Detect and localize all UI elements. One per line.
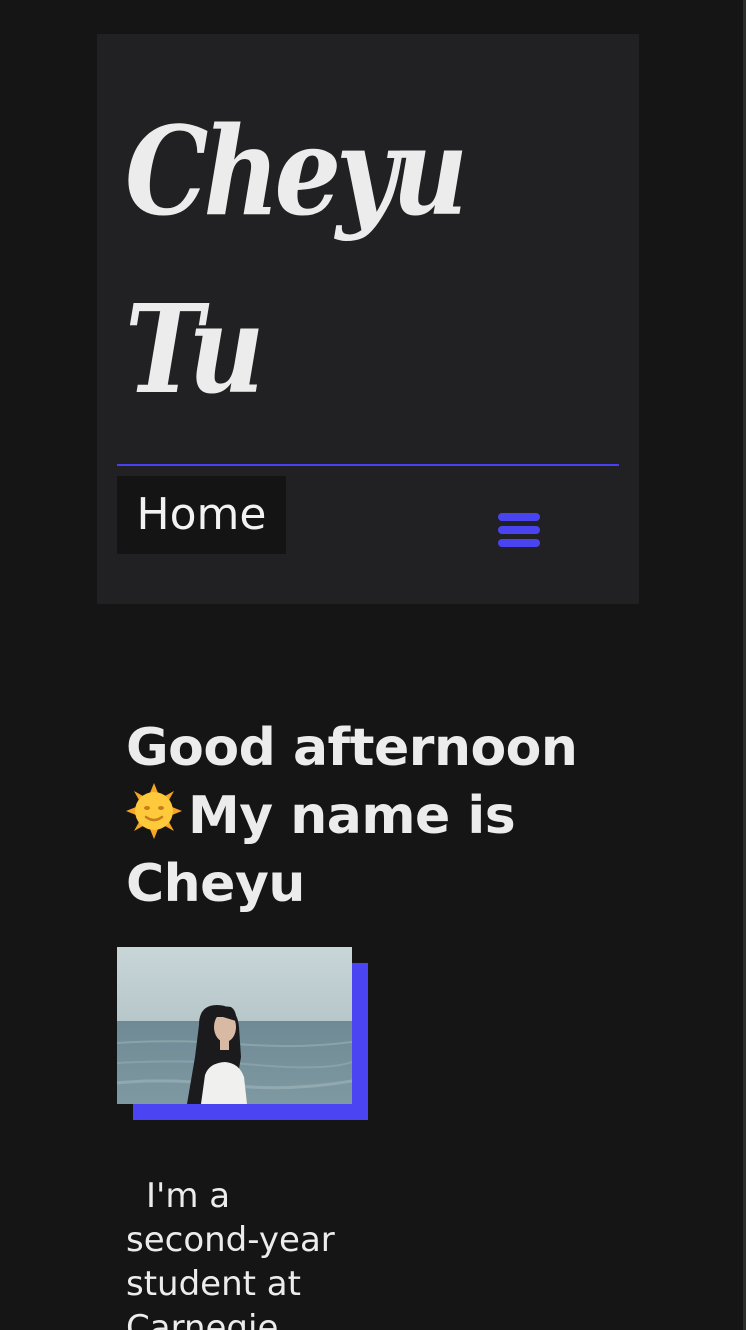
nav-divider xyxy=(117,464,619,466)
greeting-suffix: My name is Cheyu xyxy=(126,786,516,914)
menu-bar xyxy=(498,539,540,547)
greeting-heading: Good afternoon My name is Cheyu xyxy=(126,714,606,918)
profile-photo xyxy=(117,947,352,1104)
sun-face-icon xyxy=(126,783,182,839)
menu-bar xyxy=(498,526,540,534)
bio-text: I'm a second-year student at Carnegie xyxy=(126,1176,335,1330)
site-title: Cheyu Tu xyxy=(125,99,468,421)
menu-bar xyxy=(498,513,540,521)
site-header: Cheyu Tu Home xyxy=(97,34,639,604)
nav-home-link[interactable]: Home xyxy=(117,476,286,554)
greeting-prefix: Good afternoon xyxy=(126,718,578,778)
hamburger-menu-icon[interactable] xyxy=(496,510,542,550)
